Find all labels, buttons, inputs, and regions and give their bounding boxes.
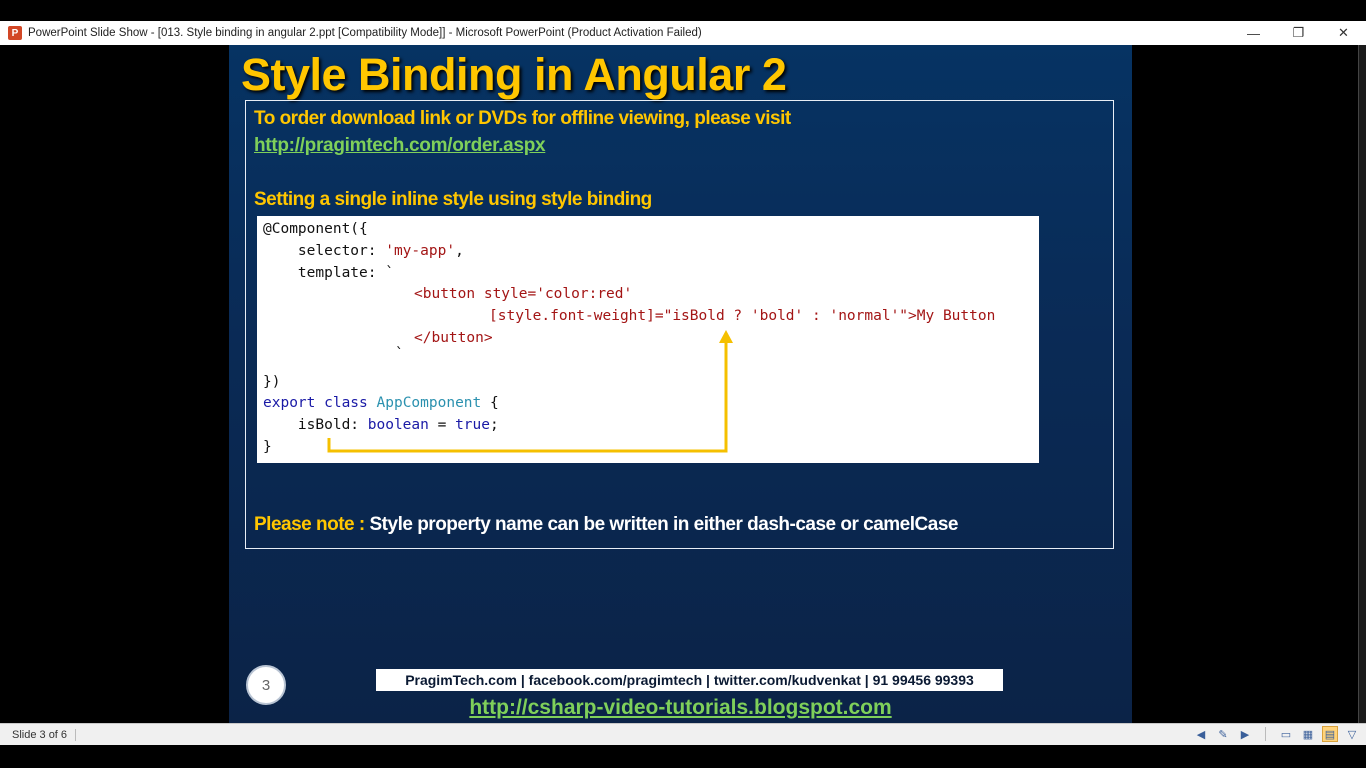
next-slide-icon[interactable]: ▶ xyxy=(1237,726,1253,742)
content-box: To order download link or DVDs for offli… xyxy=(245,100,1114,549)
pen-menu-icon[interactable]: ✎ xyxy=(1215,726,1231,742)
scrollbar[interactable] xyxy=(1358,45,1366,723)
footer-link[interactable]: http://csharp-video-tutorials.blogspot.c… xyxy=(229,696,1132,720)
previous-slide-icon[interactable]: ◀ xyxy=(1193,726,1209,742)
powerpoint-app-icon: P xyxy=(8,26,22,40)
note-text: Style property name can be written in ei… xyxy=(369,514,959,535)
slide[interactable]: Style Binding in Angular 2 To order down… xyxy=(229,45,1132,723)
window-controls: — ❐ ✕ xyxy=(1231,21,1366,45)
status-divider xyxy=(1265,727,1266,741)
order-text: To order download link or DVDs for offli… xyxy=(254,108,791,129)
code-sample: @Component({ selector: 'my-app', templat… xyxy=(257,216,1039,463)
window-title: PowerPoint Slide Show - [013. Style bind… xyxy=(28,27,702,39)
slide-sorter-icon[interactable]: ▦ xyxy=(1300,726,1316,742)
slideshow-view-icon[interactable]: ▽ xyxy=(1344,726,1360,742)
title-bar: P PowerPoint Slide Show - [013. Style bi… xyxy=(0,21,1366,45)
status-bar: Slide 3 of 6 ◀ ✎ ▶ ▭ ▦ ▤ ▽ xyxy=(0,723,1366,745)
reading-view-icon[interactable]: ▤ xyxy=(1322,726,1338,742)
minimize-button[interactable]: — xyxy=(1231,21,1276,45)
binding-arrow xyxy=(327,330,733,453)
restore-button[interactable]: ❐ xyxy=(1276,21,1321,45)
status-icons: ◀ ✎ ▶ ▭ ▦ ▤ ▽ xyxy=(1193,726,1360,742)
binding-arrow-head xyxy=(719,330,733,343)
binding-arrow-line xyxy=(327,337,728,453)
close-button[interactable]: ✕ xyxy=(1321,21,1366,45)
order-link[interactable]: http://pragimtech.com/order.aspx xyxy=(254,135,546,157)
slide-count: Slide 3 of 6 xyxy=(12,728,77,741)
footer-contact: PragimTech.com | facebook.com/pragimtech… xyxy=(376,669,1003,691)
note: Please note : Style property name can be… xyxy=(254,514,958,536)
slide-title: Style Binding in Angular 2 xyxy=(241,49,787,100)
subheading: Setting a single inline style using styl… xyxy=(254,189,652,210)
normal-view-icon[interactable]: ▭ xyxy=(1278,726,1294,742)
note-label: Please note : xyxy=(254,514,370,535)
